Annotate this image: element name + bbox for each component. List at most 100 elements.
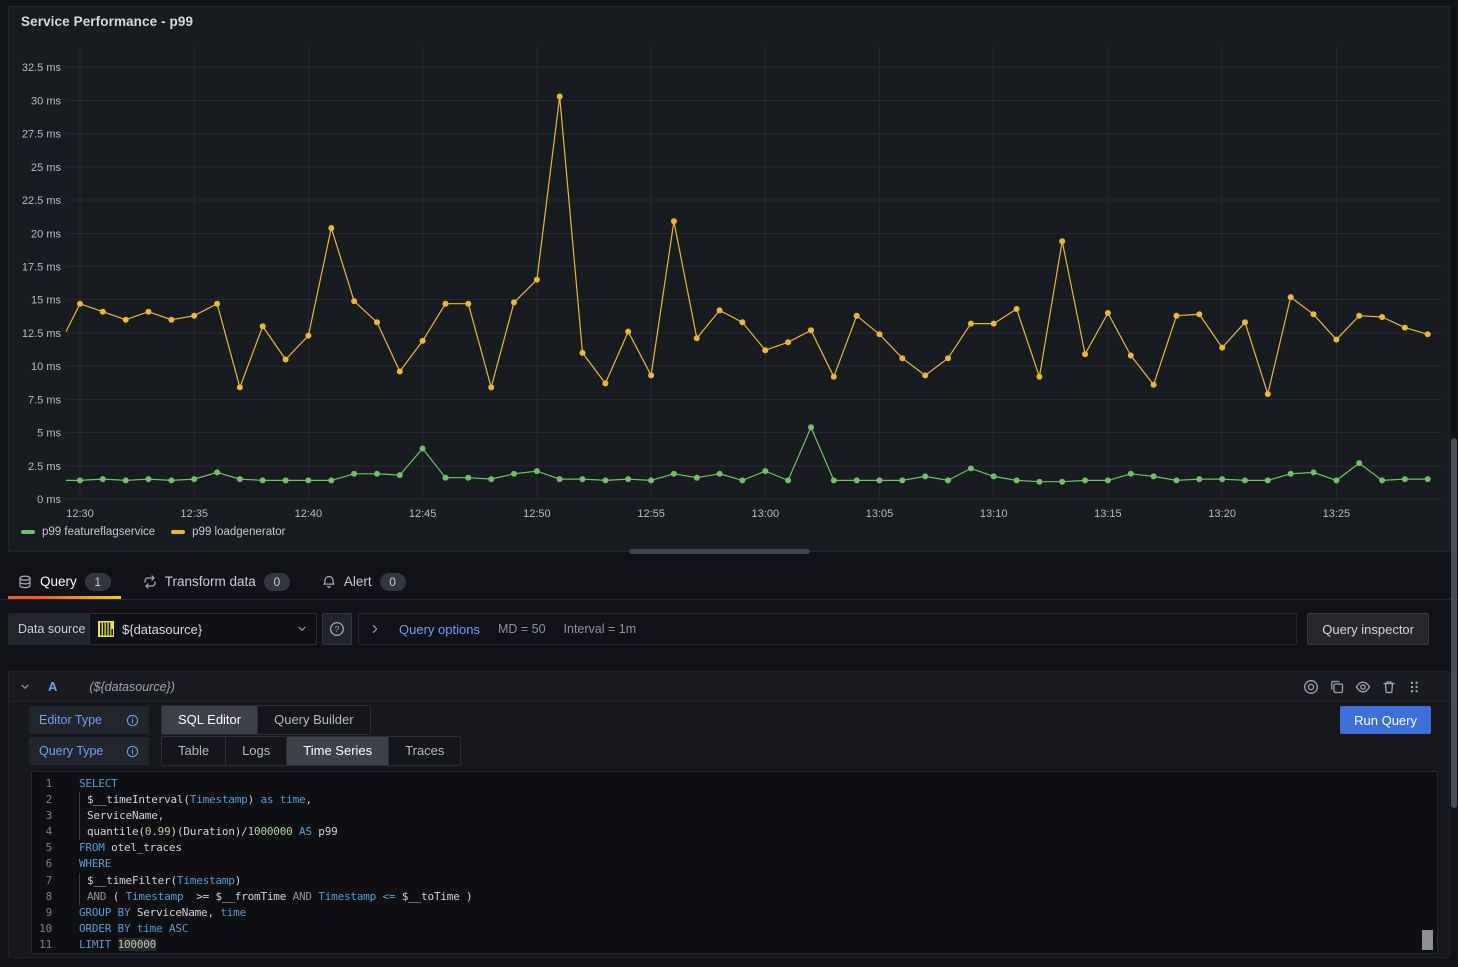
sql-line-11[interactable]: 11LIMIT 100000: [32, 937, 1437, 953]
series-point: [625, 476, 631, 482]
series-point: [1219, 476, 1225, 482]
series-point: [785, 477, 791, 483]
option-sql-editor[interactable]: SQL Editor: [162, 706, 258, 734]
option-query-builder[interactable]: Query Builder: [258, 706, 369, 734]
legend-item-featureflagservice[interactable]: p99 featureflagservice: [21, 526, 155, 538]
series-point: [968, 321, 974, 327]
series-point: [671, 218, 677, 224]
sql-line-5[interactable]: 5FROM otel_traces: [32, 840, 1437, 856]
record-circle-icon[interactable]: [1303, 679, 1319, 695]
series-point: [739, 477, 745, 483]
y-tick-label: 25 ms: [31, 162, 61, 174]
series-point: [1288, 294, 1294, 300]
series-point: [1265, 391, 1271, 397]
datasource-help-button[interactable]: ?: [322, 613, 352, 645]
sql-code-editor[interactable]: 1SELECT2$__timeInterval(Timestamp) as ti…: [31, 771, 1438, 954]
series-point: [1196, 311, 1202, 317]
timeseries-chart: 0 ms2.5 ms5 ms7.5 ms10 ms12.5 ms15 ms17.…: [9, 7, 1449, 551]
trash-icon[interactable]: [1381, 679, 1397, 695]
editor-type-row: Editor Type SQL EditorQuery Builder: [29, 706, 371, 734]
y-tick-label: 12.5 ms: [22, 328, 62, 340]
sql-line-10[interactable]: 10ORDER BY time ASC: [32, 921, 1437, 937]
x-tick-label: 13:20: [1208, 508, 1236, 520]
series-point: [283, 477, 289, 483]
series-point: [922, 473, 928, 479]
drag-handle-icon[interactable]: [1407, 680, 1421, 694]
editor-type-chip[interactable]: Editor Type: [29, 706, 149, 734]
series-point: [785, 339, 791, 345]
datasource-toolbar: Data source ${datasource} ? Query option…: [0, 613, 1458, 645]
chevron-down-icon[interactable]: [19, 681, 31, 693]
sql-line-7[interactable]: 7$__timeFilter(Timestamp): [32, 873, 1437, 889]
legend-swatch-yellow: [171, 530, 185, 534]
legend-item-loadgenerator[interactable]: p99 loadgenerator: [171, 526, 285, 538]
legend-label: p99 loadgenerator: [192, 526, 285, 538]
option-logs[interactable]: Logs: [226, 737, 287, 765]
datasource-picker[interactable]: ${datasource}: [89, 613, 317, 645]
series-point: [168, 477, 174, 483]
duplicate-icon[interactable]: [1329, 679, 1345, 695]
y-tick-label: 22.5 ms: [22, 195, 62, 207]
panel-resize-handle[interactable]: [629, 549, 810, 554]
x-tick-label: 12:40: [295, 508, 323, 520]
series-line-0: [66, 427, 1428, 481]
editor-scrollbar-thumb[interactable]: [1422, 930, 1433, 950]
series-point: [214, 469, 220, 475]
sql-line-9[interactable]: 9GROUP BY ServiceName, time: [32, 905, 1437, 921]
query-inspector-button[interactable]: Query inspector: [1307, 613, 1429, 645]
page-scrollbar-thumb[interactable]: [1451, 438, 1457, 808]
query-header-actions: [1303, 679, 1439, 695]
series-point: [1402, 476, 1408, 482]
query-header[interactable]: A (${datasource}): [9, 672, 1449, 702]
x-tick-label: 13:10: [980, 508, 1008, 520]
legend-swatch-green: [21, 530, 35, 534]
series-point: [808, 424, 814, 430]
x-tick-label: 12:45: [409, 508, 437, 520]
series-point: [123, 317, 129, 323]
y-tick-label: 2.5 ms: [28, 461, 62, 473]
sql-line-8[interactable]: 8AND ( Timestamp >= $__fromTime AND Time…: [32, 889, 1437, 905]
series-point: [305, 477, 311, 483]
y-tick-label: 30 ms: [31, 95, 61, 107]
series-point: [1036, 374, 1042, 380]
series-point: [397, 472, 403, 478]
page-scrollbar[interactable]: [1450, 0, 1458, 967]
option-traces[interactable]: Traces: [389, 737, 460, 765]
sql-lines: 1SELECT2$__timeInterval(Timestamp) as ti…: [32, 776, 1437, 953]
tab-transform-label: Transform data: [165, 574, 256, 589]
sql-line-3[interactable]: 3ServiceName,: [32, 808, 1437, 824]
series-point: [420, 338, 426, 344]
chart-legend: p99 featureflagservice p99 loadgenerator: [21, 526, 286, 538]
tab-transform-data[interactable]: Transform data 0: [133, 564, 300, 599]
series-point: [922, 372, 928, 378]
series-point: [214, 301, 220, 307]
series-point: [831, 374, 837, 380]
sql-line-1[interactable]: 1SELECT: [32, 776, 1437, 792]
tab-query[interactable]: Query 1: [8, 564, 121, 599]
eye-icon[interactable]: [1355, 679, 1371, 695]
series-point: [1036, 479, 1042, 485]
series-point: [465, 301, 471, 307]
series-point: [1402, 325, 1408, 331]
option-time-series[interactable]: Time Series: [287, 737, 389, 765]
series-point: [191, 313, 197, 319]
series-point: [351, 298, 357, 304]
tab-alert[interactable]: Alert 0: [312, 564, 416, 599]
run-query-button[interactable]: Run Query: [1340, 706, 1431, 734]
series-point: [854, 477, 860, 483]
y-tick-label: 15 ms: [31, 295, 61, 307]
series-point: [694, 475, 700, 481]
series-point: [877, 477, 883, 483]
query-options-toggle[interactable]: Query options MD = 50 Interval = 1m: [358, 613, 1297, 645]
series-point: [1333, 337, 1339, 343]
series-point: [1379, 314, 1385, 320]
series-point: [580, 476, 586, 482]
query-type-chip[interactable]: Query Type: [29, 737, 149, 765]
sql-line-4[interactable]: 4quantile(0.99)(Duration)/1000000 AS p99: [32, 824, 1437, 840]
series-point: [443, 301, 449, 307]
y-tick-label: 17.5 ms: [22, 262, 62, 274]
sql-line-6[interactable]: 6WHERE: [32, 856, 1437, 872]
x-tick-label: 12:55: [637, 508, 665, 520]
sql-line-2[interactable]: 2$__timeInterval(Timestamp) as time,: [32, 792, 1437, 808]
option-table[interactable]: Table: [162, 737, 226, 765]
